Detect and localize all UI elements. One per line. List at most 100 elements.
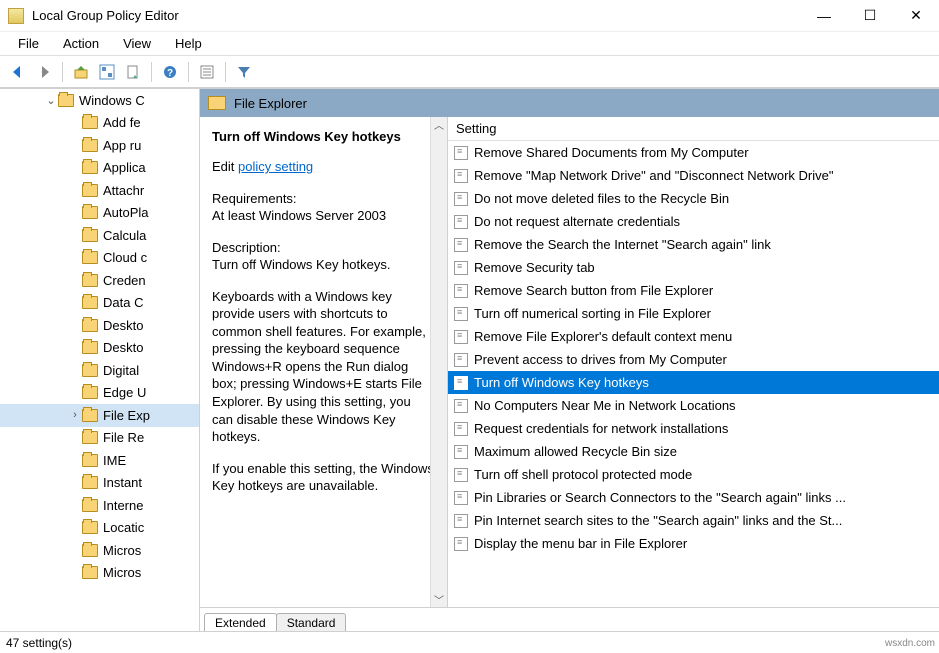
list-item-label: Remove the Search the Internet "Search a… — [474, 237, 771, 252]
tree-item-label: Creden — [103, 273, 146, 288]
list-item-label: Turn off Windows Key hotkeys — [474, 375, 649, 390]
list-item[interactable]: Prevent access to drives from My Compute… — [448, 348, 939, 371]
list-item[interactable]: Do not request alternate credentials — [448, 210, 939, 233]
tree-item[interactable]: Creden — [0, 269, 199, 292]
tree-item-label: Deskto — [103, 340, 143, 355]
chevron-right-icon[interactable]: › — [68, 409, 82, 421]
folder-icon — [82, 386, 98, 399]
menu-view[interactable]: View — [113, 34, 161, 53]
list-item[interactable]: Turn off numerical sorting in File Explo… — [448, 302, 939, 325]
list-item[interactable]: Remove Shared Documents from My Computer — [448, 141, 939, 164]
list-item[interactable]: Turn off shell protocol protected mode — [448, 463, 939, 486]
toolbar: ? — [0, 56, 939, 88]
column-header-setting[interactable]: Setting — [448, 117, 939, 141]
list-item[interactable]: Request credentials for network installa… — [448, 417, 939, 440]
list-item[interactable]: Remove the Search the Internet "Search a… — [448, 233, 939, 256]
tree-item[interactable]: File Re — [0, 427, 199, 450]
tree-item[interactable]: App ru — [0, 134, 199, 157]
list-item[interactable]: No Computers Near Me in Network Location… — [448, 394, 939, 417]
policy-icon — [454, 537, 468, 551]
list-item-label: Maximum allowed Recycle Bin size — [474, 444, 677, 459]
tree-item[interactable]: Cloud c — [0, 247, 199, 270]
description-label: Description: — [212, 240, 281, 255]
detail-header: File Explorer — [200, 89, 939, 117]
menu-help[interactable]: Help — [165, 34, 212, 53]
properties-icon[interactable] — [195, 60, 219, 84]
tree-item[interactable]: Micros — [0, 562, 199, 585]
tree-item[interactable]: Locatic — [0, 517, 199, 540]
list-item[interactable]: Remove File Explorer's default context m… — [448, 325, 939, 348]
minimize-button[interactable]: — — [801, 0, 847, 32]
desc-scrollbar[interactable]: ︿﹀ — [430, 117, 447, 607]
list-item[interactable]: Remove Search button from File Explorer — [448, 279, 939, 302]
list-item-label: Remove Shared Documents from My Computer — [474, 145, 749, 160]
filter-icon[interactable] — [232, 60, 256, 84]
list-item[interactable]: Remove Security tab — [448, 256, 939, 279]
title-bar: Local Group Policy Editor — ☐ ✕ — [0, 0, 939, 32]
folder-icon — [82, 431, 98, 444]
tree-item[interactable]: IME — [0, 449, 199, 472]
tree-item-label: IME — [103, 453, 126, 468]
policy-setting-link[interactable]: policy setting — [238, 159, 313, 174]
list-item[interactable]: Pin Libraries or Search Connectors to th… — [448, 486, 939, 509]
tree-item[interactable]: Instant — [0, 472, 199, 495]
tree-item[interactable]: Interne — [0, 494, 199, 517]
tree-item[interactable]: Digital — [0, 359, 199, 382]
tree-icon[interactable] — [95, 60, 119, 84]
list-item[interactable]: Display the menu bar in File Explorer — [448, 532, 939, 555]
list-item[interactable]: Pin Internet search sites to the "Search… — [448, 509, 939, 532]
tree-item[interactable]: ⌄Windows C — [0, 89, 199, 112]
list-item-label: Turn off shell protocol protected mode — [474, 467, 692, 482]
tree-item-label: Interne — [103, 498, 143, 513]
tree-item[interactable]: Applica — [0, 157, 199, 180]
tree-item[interactable]: Calcula — [0, 224, 199, 247]
list-item-label: Pin Libraries or Search Connectors to th… — [474, 490, 846, 505]
tree-item[interactable]: ›File Exp — [0, 404, 199, 427]
tree-item[interactable]: Data C — [0, 292, 199, 315]
tree-item-label: App ru — [103, 138, 141, 153]
list-item-label: Pin Internet search sites to the "Search… — [474, 513, 842, 528]
tree-item[interactable]: AutoPla — [0, 202, 199, 225]
tree-item[interactable]: Micros — [0, 539, 199, 562]
export-icon[interactable] — [121, 60, 145, 84]
tree-item-label: Instant — [103, 475, 142, 490]
policy-icon — [454, 146, 468, 160]
forward-icon[interactable] — [32, 60, 56, 84]
policy-icon — [454, 353, 468, 367]
list-item[interactable]: Maximum allowed Recycle Bin size — [448, 440, 939, 463]
menu-file[interactable]: File — [8, 34, 49, 53]
folder-icon — [82, 274, 98, 287]
list-item[interactable]: Turn off Windows Key hotkeys — [448, 371, 939, 394]
help-icon[interactable]: ? — [158, 60, 182, 84]
tree-item[interactable]: Deskto — [0, 337, 199, 360]
tree-item[interactable]: Attachr — [0, 179, 199, 202]
list-item-label: Prevent access to drives from My Compute… — [474, 352, 727, 367]
status-bar: 47 setting(s) — [0, 631, 939, 653]
menu-action[interactable]: Action — [53, 34, 109, 53]
chevron-down-icon[interactable]: ⌄ — [44, 94, 58, 107]
close-button[interactable]: ✕ — [893, 0, 939, 32]
folder-icon — [82, 521, 98, 534]
back-icon[interactable] — [6, 60, 30, 84]
tree-item[interactable]: Deskto — [0, 314, 199, 337]
up-icon[interactable] — [69, 60, 93, 84]
main-area: ⌄Windows CAdd fe App ru ApplicaAttachrAuto… — [0, 88, 939, 631]
folder-icon — [82, 251, 98, 264]
settings-list[interactable]: Remove Shared Documents from My Computer… — [448, 141, 939, 607]
policy-icon — [454, 422, 468, 436]
list-item-label: Request credentials for network installa… — [474, 421, 728, 436]
folder-icon — [82, 454, 98, 467]
tab-standard[interactable]: Standard — [276, 613, 347, 631]
maximize-button[interactable]: ☐ — [847, 0, 893, 32]
policy-icon — [454, 215, 468, 229]
tree-item-label: Micros — [103, 565, 141, 580]
list-item[interactable]: Do not move deleted files to the Recycle… — [448, 187, 939, 210]
list-item-label: Turn off numerical sorting in File Explo… — [474, 306, 711, 321]
tab-extended[interactable]: Extended — [204, 613, 277, 631]
list-item[interactable]: Remove "Map Network Drive" and "Disconne… — [448, 164, 939, 187]
folder-icon — [82, 184, 98, 197]
app-icon — [8, 8, 24, 24]
requirements-label: Requirements: — [212, 191, 297, 206]
tree-item[interactable]: Edge U — [0, 382, 199, 405]
tree-item[interactable]: Add fe — [0, 112, 199, 135]
